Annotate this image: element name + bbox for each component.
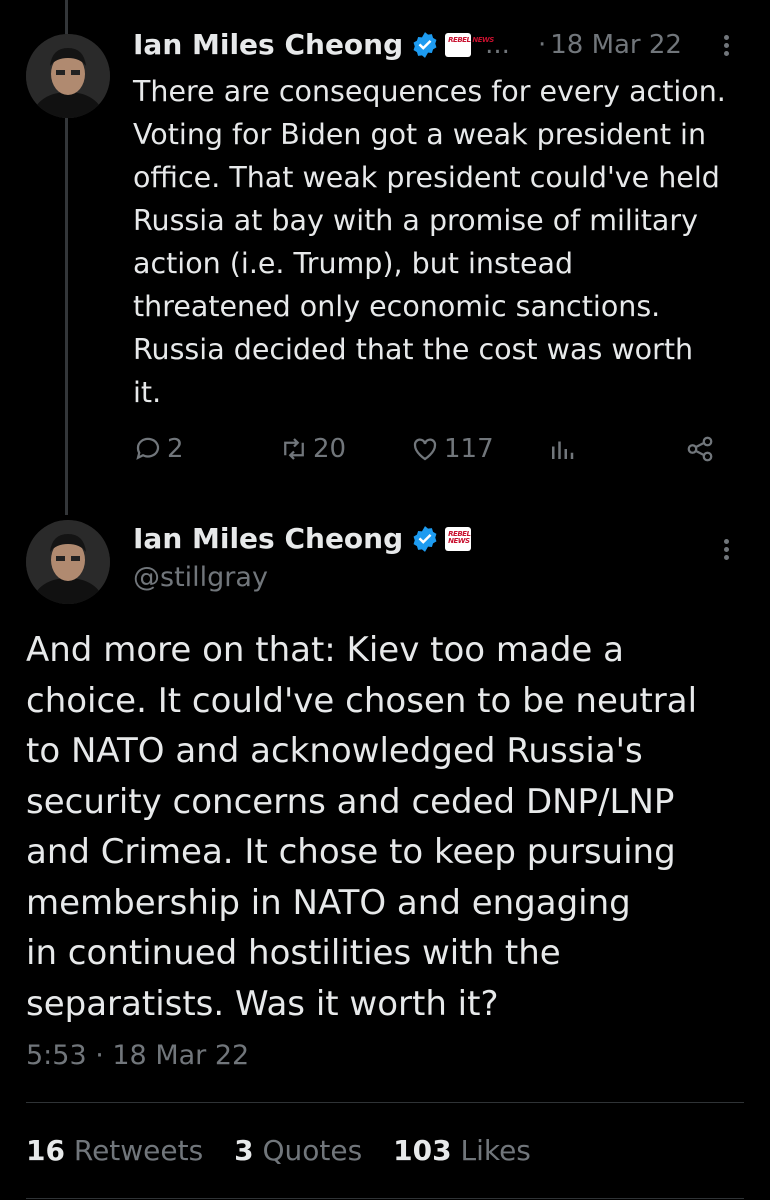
verified-badge-icon — [413, 525, 437, 552]
avatar[interactable] — [26, 520, 110, 604]
reply-button[interactable]: 2 — [133, 434, 184, 464]
divider — [26, 1102, 744, 1103]
retweet-icon — [284, 438, 304, 460]
reply-tweet-header: Ian Miles Cheong REBEL NEWS ... · 18 Mar… — [133, 28, 682, 61]
more-options-icon[interactable] — [716, 536, 736, 566]
retweet-button[interactable]: 20 — [279, 434, 346, 464]
divider — [26, 1198, 744, 1199]
quotes-count: 3 — [234, 1134, 254, 1167]
separator-dot: · — [537, 29, 547, 60]
analytics-button[interactable] — [547, 434, 577, 464]
quotes-stat[interactable]: 3 Quotes — [234, 1134, 362, 1167]
likes-label: Likes — [460, 1134, 531, 1167]
share-button[interactable] — [685, 434, 715, 464]
main-tweet-text: And more on that: Kiev too made a choice… — [26, 630, 698, 1024]
name-ellipsis: ... — [485, 29, 510, 60]
analytics-icon — [552, 441, 574, 459]
author-name[interactable]: Ian Miles Cheong — [133, 522, 403, 555]
retweets-stat[interactable]: 16 Retweets — [26, 1134, 203, 1167]
avatar-image — [26, 34, 110, 118]
tweet-date[interactable]: 18 Mar 22 — [550, 30, 682, 60]
like-count: 117 — [444, 434, 494, 464]
retweets-label: Retweets — [73, 1134, 204, 1167]
tweet-actions-bar: 2 20 117 — [133, 430, 733, 474]
avatar-image — [26, 520, 110, 604]
quotes-label: Quotes — [262, 1134, 363, 1167]
affiliate-badge-icon[interactable]: REBEL NEWS — [445, 32, 494, 57]
affiliate-badge-icon[interactable]: REBEL NEWS — [445, 526, 472, 551]
main-tweet-author-row: Ian Miles Cheong REBEL NEWS — [133, 522, 472, 555]
retweet-count: 20 — [313, 434, 347, 464]
engagement-stats: 16 Retweets 3 Quotes 103 Likes — [26, 1134, 553, 1167]
tweet-timestamp[interactable]: 5:53 · 18 Mar 22 — [26, 1040, 249, 1071]
author-handle[interactable]: @stillgray — [133, 562, 268, 593]
reply-count: 2 — [167, 434, 184, 464]
reply-tweet-text: There are consequences for every action.… — [133, 75, 726, 409]
likes-stat[interactable]: 103 Likes — [393, 1134, 531, 1167]
verified-badge-icon — [413, 31, 437, 58]
retweets-count: 16 — [26, 1134, 65, 1167]
author-name[interactable]: Ian Miles Cheong — [133, 28, 403, 61]
avatar[interactable] — [26, 34, 110, 118]
likes-count: 103 — [393, 1134, 452, 1167]
like-button[interactable]: 117 — [410, 434, 494, 464]
more-options-icon[interactable] — [716, 32, 736, 62]
share-icon — [687, 436, 713, 462]
reply-icon — [136, 437, 160, 460]
like-icon — [413, 438, 437, 461]
